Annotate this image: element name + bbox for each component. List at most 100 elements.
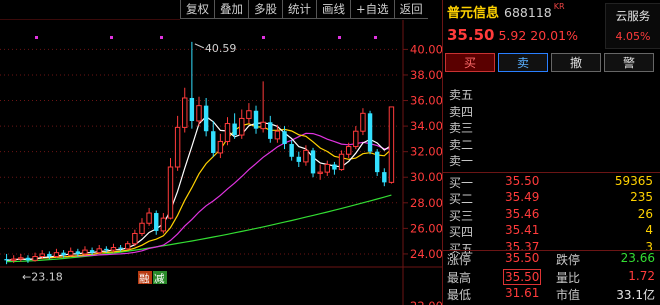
volume-ratio-value: 1.72 (628, 268, 655, 283)
candle-body (104, 248, 109, 251)
candle-body (25, 257, 31, 261)
stock-header: 普元信息 688118 KR (447, 2, 565, 21)
candle-body (246, 110, 252, 119)
marker-dot (160, 36, 163, 39)
bid-row-1[interactable]: 买一 35.50 59365 (443, 174, 660, 191)
candle-body (125, 243, 131, 250)
y-tick-label: 32.00 (410, 145, 442, 159)
candle-body (61, 252, 66, 256)
bid-row-2[interactable]: 买二 35.49 235 (443, 190, 660, 207)
candle-body (39, 253, 45, 257)
candle-body (174, 126, 181, 168)
candle-body (310, 150, 316, 174)
overlay-button[interactable]: 叠加 (214, 0, 248, 19)
y-tick-label: 26.00 (410, 221, 442, 235)
candle-body (268, 122, 273, 139)
candle-body (167, 166, 174, 219)
kline-chart[interactable]: 40.00 38.00 36.00 34.00 32.00 30.00 28.00 26.00… (0, 0, 442, 305)
high-value: 35.50 (503, 268, 542, 285)
limit-down-value: 23.66 (620, 251, 655, 265)
add-watchlist-button[interactable]: +自选 (350, 0, 394, 19)
current-price: 35.50 (447, 26, 495, 44)
ma20-line (6, 132, 392, 261)
limit-up-label: 涨停 (447, 253, 472, 267)
market-cap-label: 市值 (556, 288, 581, 302)
sell-button[interactable]: 卖 (498, 53, 548, 72)
stats-row-limits: 涨停 35.50 跌停 23.66 (443, 251, 660, 269)
candle-body (388, 106, 395, 183)
bid-row-3[interactable]: 买三 35.46 26 (443, 207, 660, 224)
candle-body (139, 222, 145, 234)
candle-body (203, 105, 209, 132)
volume-ratio-label: 量比 (556, 270, 581, 285)
low-value: 31.61 (505, 286, 540, 300)
limit-up-value: 35.50 (505, 251, 540, 265)
candle-body (260, 121, 266, 130)
candle-body (182, 97, 188, 128)
candle-body (296, 156, 301, 162)
candle-body (4, 259, 9, 261)
stats-row-high: 最高 35.50 量比 1.72 (443, 268, 660, 287)
low-price-label: ←23.18 (22, 270, 63, 283)
candle-body (189, 97, 195, 121)
y-tick-label: 30.00 (410, 170, 442, 184)
candle-body (239, 117, 245, 136)
candle-body (232, 123, 237, 136)
margin-tag-label: 融 (139, 273, 150, 285)
candle-body (154, 213, 159, 231)
low-label: 最低 (447, 288, 472, 302)
y-tick-label: 40.00 (410, 42, 442, 56)
candle-body (274, 130, 281, 140)
candle-body (282, 131, 287, 144)
quote-panel: 普元信息 688118 KR 35.50 5.92 20.01% 云服务 4.05% 买… (442, 0, 660, 305)
candle-body (118, 247, 123, 249)
marker-dot (374, 36, 377, 39)
candle-body (146, 212, 152, 224)
candle-body (96, 248, 102, 254)
candle-body (289, 144, 294, 157)
candle-body (382, 172, 387, 183)
restore-rights-button[interactable]: 复权 (180, 0, 214, 19)
candle-body (360, 112, 366, 132)
candle-body (132, 232, 138, 245)
marker-dot (338, 36, 341, 39)
candle-body (224, 123, 231, 142)
statistics-button[interactable]: 统计 (282, 0, 316, 19)
limit-down-label: 跌停 (556, 253, 581, 267)
sector-box[interactable]: 云服务 4.05% (605, 3, 660, 49)
stock-tag: KR (553, 2, 565, 11)
back-button[interactable]: 返回 (393, 0, 428, 19)
y-tick-label: 36.00 (410, 94, 442, 108)
price-change-pct: 20.01% (530, 28, 578, 43)
buy-button[interactable]: 买 (445, 53, 495, 72)
stock-name: 普元信息 (447, 6, 500, 21)
candle-body (353, 130, 359, 148)
high-price-label: 40.59 (205, 42, 237, 55)
candle-body (53, 252, 60, 257)
candle-body (374, 151, 380, 173)
kline-chart-svg[interactable]: 40.00 38.00 36.00 34.00 32.00 30.00 28.00 26.00… (0, 0, 442, 305)
candle-body (324, 163, 331, 173)
order-book: 卖五 卖四 卖三 卖二 卖一 买一 35.50 59365 买二 35.49 235 买… (443, 86, 660, 256)
ask-row-4: 卖四 (449, 104, 474, 119)
candle-body (18, 257, 24, 260)
sector-label: 云服务 (615, 9, 651, 23)
candle-body (32, 255, 38, 261)
candle-body (67, 250, 74, 256)
y-tick-label: 28.00 (410, 196, 442, 210)
ma5-line (6, 115, 392, 261)
stats-row-low: 最低 31.61 市值 33.1亿 (443, 286, 660, 304)
multi-stock-button[interactable]: 多股 (248, 0, 282, 19)
price-line: 35.50 5.92 20.01% (447, 26, 582, 44)
trade-buttons: 买 卖 撤 警 (445, 53, 657, 72)
candle-body (303, 149, 309, 163)
bid-row-4[interactable]: 买四 35.41 4 (443, 223, 660, 240)
alert-button[interactable]: 警 (604, 53, 654, 72)
candle-body (10, 258, 17, 261)
candle-body (253, 110, 259, 129)
candle-body (211, 131, 216, 153)
cancel-order-button[interactable]: 撤 (551, 53, 601, 72)
draw-line-button[interactable]: 画线 (316, 0, 350, 19)
high-pointer (194, 43, 205, 49)
candle-body (332, 164, 337, 170)
